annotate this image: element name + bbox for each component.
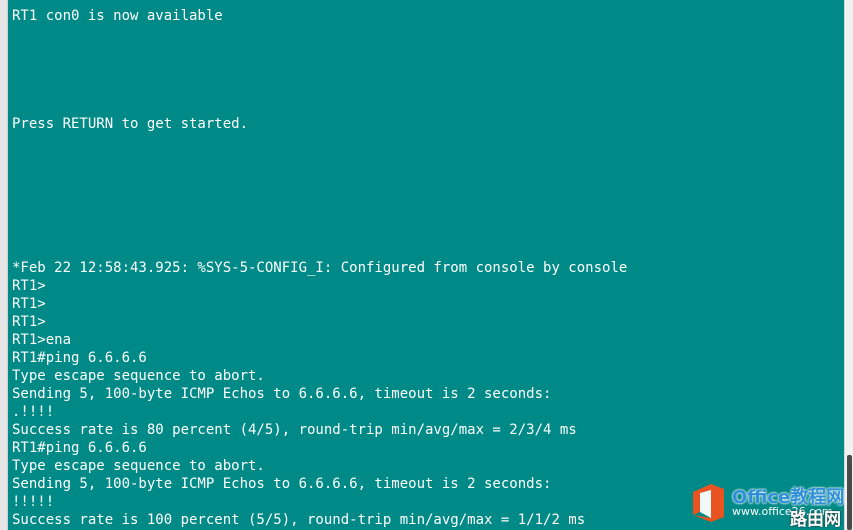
terminal-console[interactable]: RT1 con0 is now available Press RETURN t… bbox=[8, 0, 844, 530]
terminal-line: Type escape sequence to abort. bbox=[12, 458, 265, 474]
terminal-line: RT1> bbox=[12, 314, 46, 330]
terminal-line: *Feb 22 12:58:43.925: %SYS-5-CONFIG_I: C… bbox=[12, 260, 628, 276]
terminal-line: RT1> bbox=[12, 296, 46, 312]
terminal-line: !!!!! bbox=[12, 494, 55, 510]
terminal-line: Success rate is 100 percent (5/5), round… bbox=[12, 512, 586, 528]
terminal-line: .!!!! bbox=[12, 404, 55, 420]
terminal-line: Type escape sequence to abort. bbox=[12, 368, 265, 384]
office-logo-icon bbox=[693, 484, 724, 522]
terminal-output: RT1 con0 is now available Press RETURN t… bbox=[12, 7, 627, 529]
vertical-scrollbar[interactable] bbox=[844, 0, 853, 530]
terminal-line: RT1> bbox=[12, 278, 46, 294]
watermark-corner-text: 路由网 bbox=[790, 510, 841, 530]
window-left-border bbox=[0, 0, 8, 530]
terminal-line: RT1 con0 is now available bbox=[12, 8, 223, 24]
terminal-line: RT1#ping 6.6.6.6 bbox=[12, 440, 147, 456]
terminal-line: RT1#ping 6.6.6.6 bbox=[12, 350, 147, 366]
terminal-line: Sending 5, 100-byte ICMP Echos to 6.6.6.… bbox=[12, 386, 552, 402]
terminal-line: RT1>ena bbox=[12, 332, 72, 348]
terminal-line: Success rate is 80 percent (4/5), round-… bbox=[12, 422, 577, 438]
terminal-line: Press RETURN to get started. bbox=[12, 116, 249, 132]
terminal-window: RT1 con0 is now available Press RETURN t… bbox=[0, 0, 853, 530]
terminal-line: Sending 5, 100-byte ICMP Echos to 6.6.6.… bbox=[12, 476, 552, 492]
